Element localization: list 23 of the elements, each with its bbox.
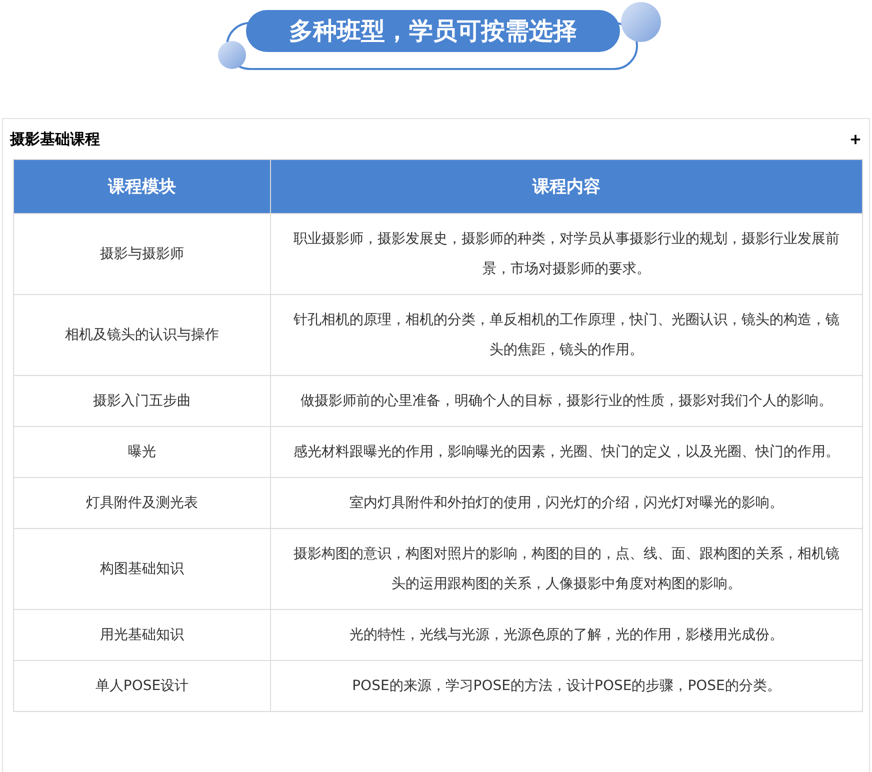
circle-decoration <box>218 41 246 69</box>
table-cell: 职业摄影师，摄影发展史，摄影师的种类，对学员从事摄影行业的规划，摄影行业发展前景，市场对摄影师的要求。 <box>270 214 862 294</box>
section-title: 摄影基础课程 <box>10 130 100 148</box>
column-header: 课程内容 <box>270 160 862 214</box>
table-cell: 摄影与摄影师 <box>14 214 270 294</box>
table-cell: 构图基础知识 <box>14 528 270 610</box>
circle-decoration <box>621 2 661 42</box>
table-cell: 单人POSE设计 <box>14 660 270 712</box>
table-cell: 灯具附件及测光表 <box>14 478 270 528</box>
table-cell: 做摄影师前的心里准备，明确个人的目标，摄影行业的性质，摄影对我们个人的影响。 <box>270 376 862 426</box>
table-cell: 摄影构图的意识，构图对照片的影响，构图的目的，点、线、面、跟构图的关系，相机镜头的运用跟构图的关系，人像摄影中角度对构图的影响。 <box>270 528 862 610</box>
table-cell: 感光材料跟曝光的作用，影响曝光的因素，光圈、快门的定义，以及光圈、快门的作用。 <box>270 426 862 478</box>
table-cell: 用光基础知识 <box>14 610 270 660</box>
banner-title: 多种班型，学员可按需选择 <box>246 10 620 52</box>
expand-icon[interactable] <box>850 134 861 144</box>
table-cell: 摄影入门五步曲 <box>14 376 270 426</box>
table-cell: 曝光 <box>14 426 270 478</box>
column-header: 课程模块 <box>14 160 270 214</box>
table-cell: 室内灯具附件和外拍灯的使用，闪光灯的介绍，闪光灯对曝光的影响。 <box>270 478 862 528</box>
table-cell: 光的特性，光线与光源，光源色原的了解，光的作用，影楼用光成份。 <box>270 610 862 660</box>
table-cell: POSE的来源，学习POSE的方法，设计POSE的步骤，POSE的分类。 <box>270 660 862 712</box>
table-cell: 针孔相机的原理，相机的分类，单反相机的工作原理，快门、光圈认识，镜头的构造，镜头的焦距，镜头的作用。 <box>270 294 862 376</box>
table-cell: 相机及镜头的认识与操作 <box>14 294 270 376</box>
